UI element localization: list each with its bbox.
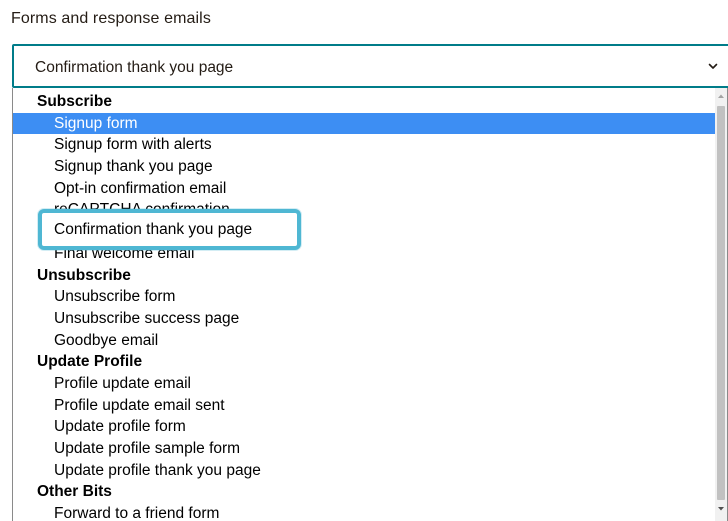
- callout-text: Confirmation thank you page: [54, 221, 253, 238]
- dropdown-option[interactable]: Signup form with alerts: [13, 134, 717, 156]
- scrollbar-thumb[interactable]: [717, 106, 725, 500]
- dropdown-option[interactable]: Signup form: [13, 112, 717, 135]
- dropdown-option[interactable]: Unsubscribe success page: [13, 308, 717, 330]
- dropdown-option[interactable]: Goodbye email: [13, 330, 717, 352]
- dropdown-option[interactable]: Signup thank you page: [13, 156, 717, 178]
- scroll-up-arrow-icon[interactable]: [715, 90, 727, 102]
- option-group-header: Subscribe: [37, 93, 112, 110]
- field-label: Forms and response emails: [11, 10, 211, 27]
- option-group-header: Unsubscribe: [37, 266, 131, 284]
- dropdown-option[interactable]: Unsubscribe form: [13, 286, 717, 308]
- dropdown-option[interactable]: Profile update email: [13, 373, 717, 395]
- option-group-header: Update Profile: [37, 353, 143, 371]
- option-group-header: Other Bits: [37, 483, 112, 501]
- dropdown-option[interactable]: Forward to a friend form: [13, 503, 717, 521]
- scroll-down-arrow-icon[interactable]: [715, 503, 727, 515]
- scrollbar[interactable]: [715, 88, 727, 521]
- form-select-dropdown[interactable]: Confirmation thank you page: [12, 44, 728, 88]
- dropdown-option[interactable]: Profile update email sent: [13, 395, 717, 417]
- dropdown-option[interactable]: Update profile thank you page: [13, 460, 717, 482]
- dropdown-option[interactable]: Update profile form: [13, 416, 717, 438]
- dropdown-listbox[interactable]: Subscribe Signup form Signup form with ale…: [12, 88, 728, 521]
- highlight-callout: Confirmation thank you page: [38, 209, 301, 250]
- dropdown-option[interactable]: Update profile sample form: [13, 438, 717, 460]
- dropdown-option[interactable]: Opt-in confirmation email: [13, 178, 717, 200]
- chevron-down-icon: [708, 63, 718, 69]
- option-list: Subscribe Signup form Signup form with ale…: [13, 91, 717, 521]
- select-value: Confirmation thank you page: [35, 59, 234, 76]
